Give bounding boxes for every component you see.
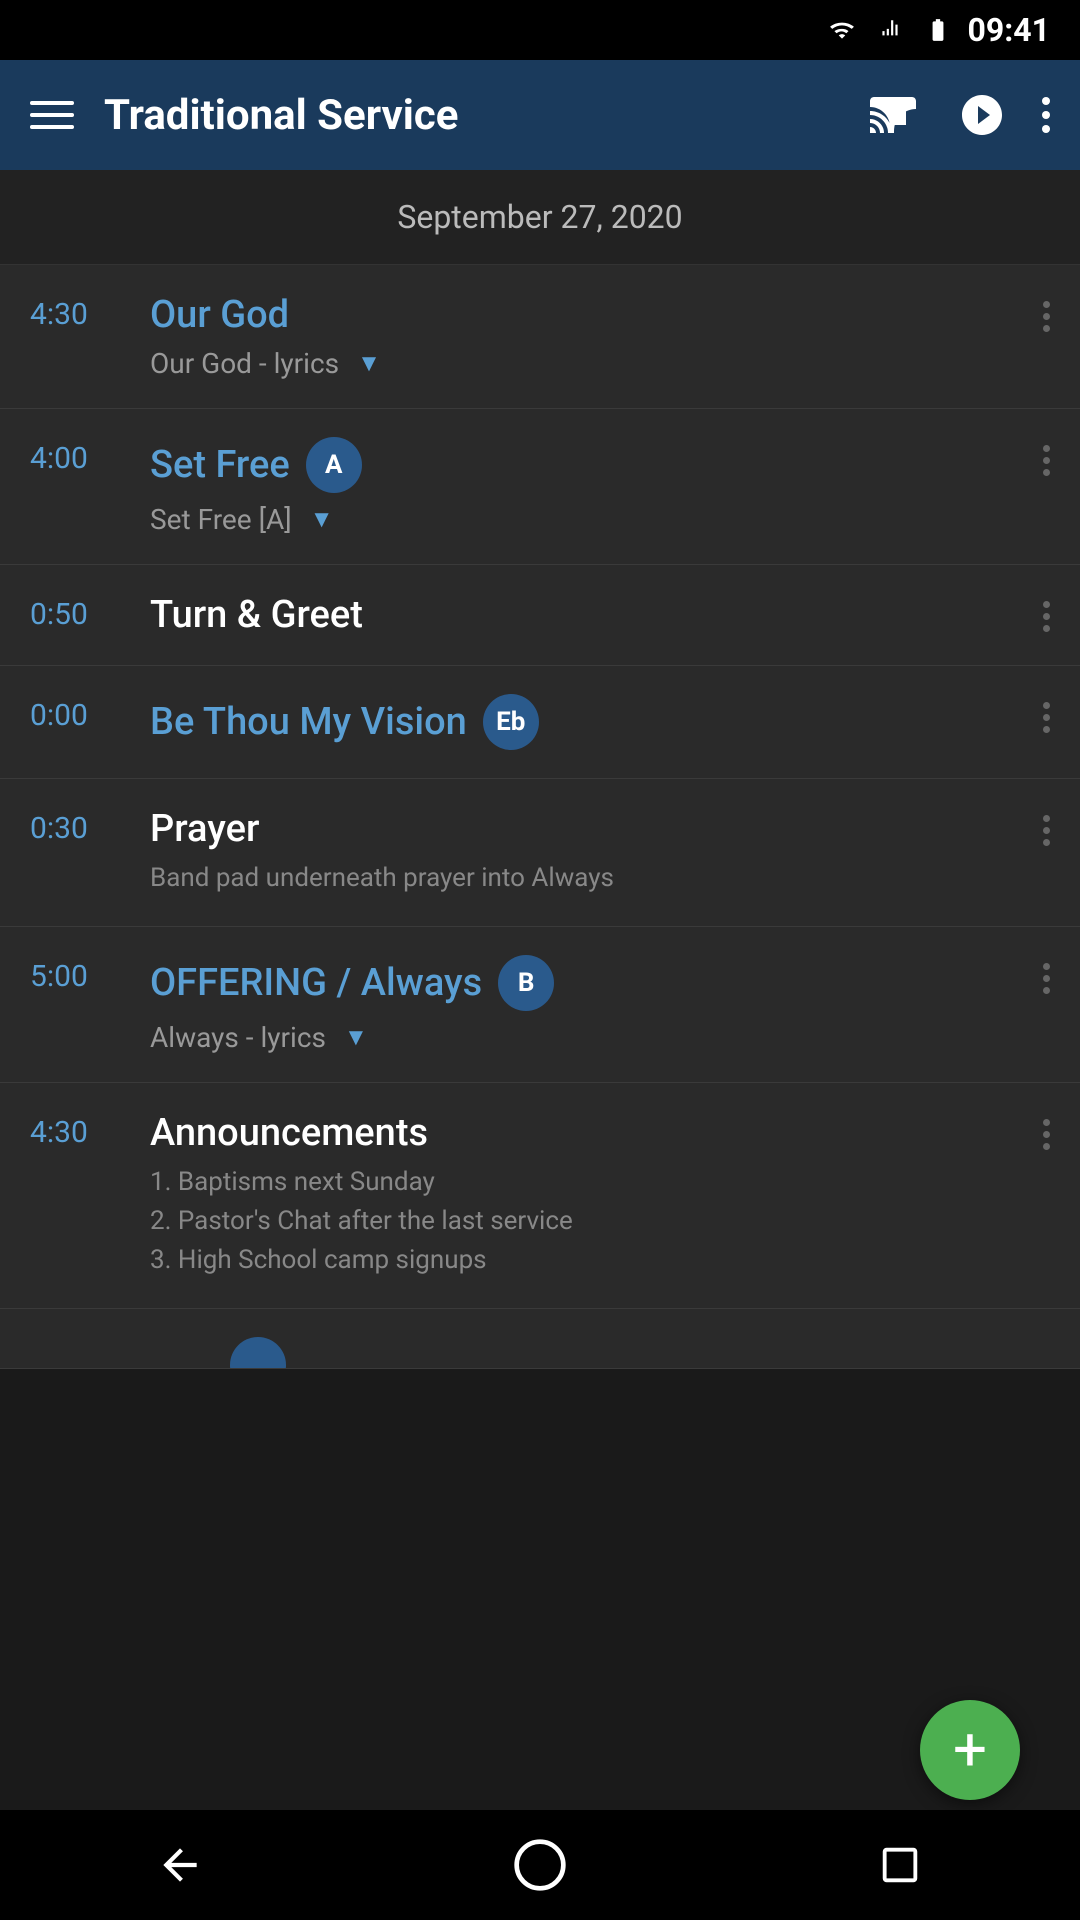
item-content-set-free: Set Free A Set Free [A] ▼: [130, 437, 1043, 536]
item-title-be-thou: Be Thou My Vision: [150, 700, 467, 744]
item-title-row: Our God: [150, 293, 1043, 337]
play-icon: [958, 91, 1006, 139]
item-notes-announcements: 1. Baptisms next Sunday 2. Pastor's Chat…: [150, 1163, 1043, 1280]
home-button[interactable]: [510, 1835, 570, 1895]
item-subtitle-set-free[interactable]: Set Free [A] ▼: [150, 503, 1043, 536]
item-content-prayer: Prayer Band pad underneath prayer into A…: [130, 807, 1043, 898]
service-item-offering[interactable]: 5:00 OFFERING / Always B Always - lyrics…: [0, 927, 1080, 1083]
item-content-announcements: Announcements 1. Baptisms next Sunday 2.…: [130, 1111, 1043, 1280]
service-item-turn-greet[interactable]: 0:50 Turn & Greet: [0, 565, 1080, 666]
key-badge-partial: [230, 1337, 286, 1369]
item-more-offering[interactable]: [1043, 955, 1050, 994]
key-badge-offering: B: [498, 955, 554, 1011]
cast-icon: [868, 91, 916, 139]
item-content-offering: OFFERING / Always B Always - lyrics ▼: [130, 955, 1043, 1054]
battery-icon: [920, 17, 956, 43]
service-item-be-thou[interactable]: 0:00 Be Thou My Vision Eb: [0, 666, 1080, 779]
item-time-offering: 5:00: [30, 955, 130, 994]
item-more-our-god[interactable]: [1043, 293, 1050, 332]
hamburger-menu-button[interactable]: [30, 101, 74, 129]
item-content-be-thou: Be Thou My Vision Eb: [130, 694, 1043, 750]
item-title-announcements: Announcements: [150, 1111, 428, 1155]
service-item-set-free[interactable]: 4:00 Set Free A Set Free [A] ▼: [0, 409, 1080, 565]
item-time-prayer: 0:30: [30, 807, 130, 846]
item-notes-prayer: Band pad underneath prayer into Always: [150, 859, 1043, 898]
item-title-our-god: Our God: [150, 293, 289, 337]
app-bar-actions: [862, 85, 1050, 145]
item-content-turn-greet: Turn & Greet: [130, 593, 1043, 637]
item-content-our-god: Our God Our God - lyrics ▼: [130, 293, 1043, 380]
item-more-turn-greet[interactable]: [1043, 593, 1050, 632]
bottom-nav: [0, 1810, 1080, 1920]
item-more-announcements[interactable]: [1043, 1111, 1050, 1150]
dropdown-arrow: ▼: [357, 349, 381, 378]
item-title-row: Set Free A: [150, 437, 1043, 493]
add-item-button[interactable]: +: [920, 1700, 1020, 1800]
dropdown-arrow: ▼: [344, 1023, 368, 1052]
item-title-turn-greet: Turn & Greet: [150, 593, 363, 637]
service-item-prayer[interactable]: 0:30 Prayer Band pad underneath prayer i…: [0, 779, 1080, 927]
item-subtitle-our-god[interactable]: Our God - lyrics ▼: [150, 347, 1043, 380]
more-options-button[interactable]: [1042, 97, 1050, 133]
recents-button[interactable]: [870, 1835, 930, 1895]
item-title-row: Announcements: [150, 1111, 1043, 1155]
back-icon: [155, 1840, 205, 1890]
wifi-icon: [824, 17, 860, 43]
item-title-row: Be Thou My Vision Eb: [150, 694, 1043, 750]
service-item-our-god[interactable]: 4:30 Our God Our God - lyrics ▼: [0, 265, 1080, 409]
status-time: 09:41: [968, 11, 1050, 49]
service-item-announcements[interactable]: 4:30 Announcements 1. Baptisms next Sund…: [0, 1083, 1080, 1309]
cast-button[interactable]: [862, 85, 922, 145]
signal-icon: [872, 17, 908, 43]
item-title-row: Turn & Greet: [150, 593, 1043, 637]
plus-icon: +: [953, 1720, 987, 1780]
service-item-partial: [0, 1309, 1080, 1369]
status-icons: 09:41: [824, 11, 1050, 49]
date-header: September 27, 2020: [0, 170, 1080, 265]
service-list: 4:30 Our God Our God - lyrics ▼ 4:00 Set…: [0, 265, 1080, 1369]
status-bar: 09:41: [0, 0, 1080, 60]
item-time-turn-greet: 0:50: [30, 593, 130, 632]
back-button[interactable]: [150, 1835, 210, 1895]
recents-icon: [877, 1842, 923, 1888]
item-title-row: OFFERING / Always B: [150, 955, 1043, 1011]
item-more-be-thou[interactable]: [1043, 694, 1050, 733]
date-text: September 27, 2020: [397, 198, 682, 236]
item-time-our-god: 4:30: [30, 293, 130, 332]
home-icon: [512, 1837, 568, 1893]
key-badge-be-thou: Eb: [483, 694, 539, 750]
key-badge-set-free: A: [306, 437, 362, 493]
item-time-set-free: 4:00: [30, 437, 130, 476]
item-title-set-free: Set Free: [150, 443, 290, 487]
item-title-offering: OFFERING / Always: [150, 961, 482, 1005]
item-time-be-thou: 0:00: [30, 694, 130, 733]
item-title-prayer: Prayer: [150, 807, 259, 851]
item-more-set-free[interactable]: [1043, 437, 1050, 476]
dropdown-arrow: ▼: [310, 505, 334, 534]
play-button[interactable]: [952, 85, 1012, 145]
item-title-row: Prayer: [150, 807, 1043, 851]
item-more-prayer[interactable]: [1043, 807, 1050, 846]
item-time-announcements: 4:30: [30, 1111, 130, 1150]
item-subtitle-offering[interactable]: Always - lyrics ▼: [150, 1021, 1043, 1054]
app-bar: Traditional Service: [0, 60, 1080, 170]
app-bar-title: Traditional Service: [104, 91, 832, 140]
